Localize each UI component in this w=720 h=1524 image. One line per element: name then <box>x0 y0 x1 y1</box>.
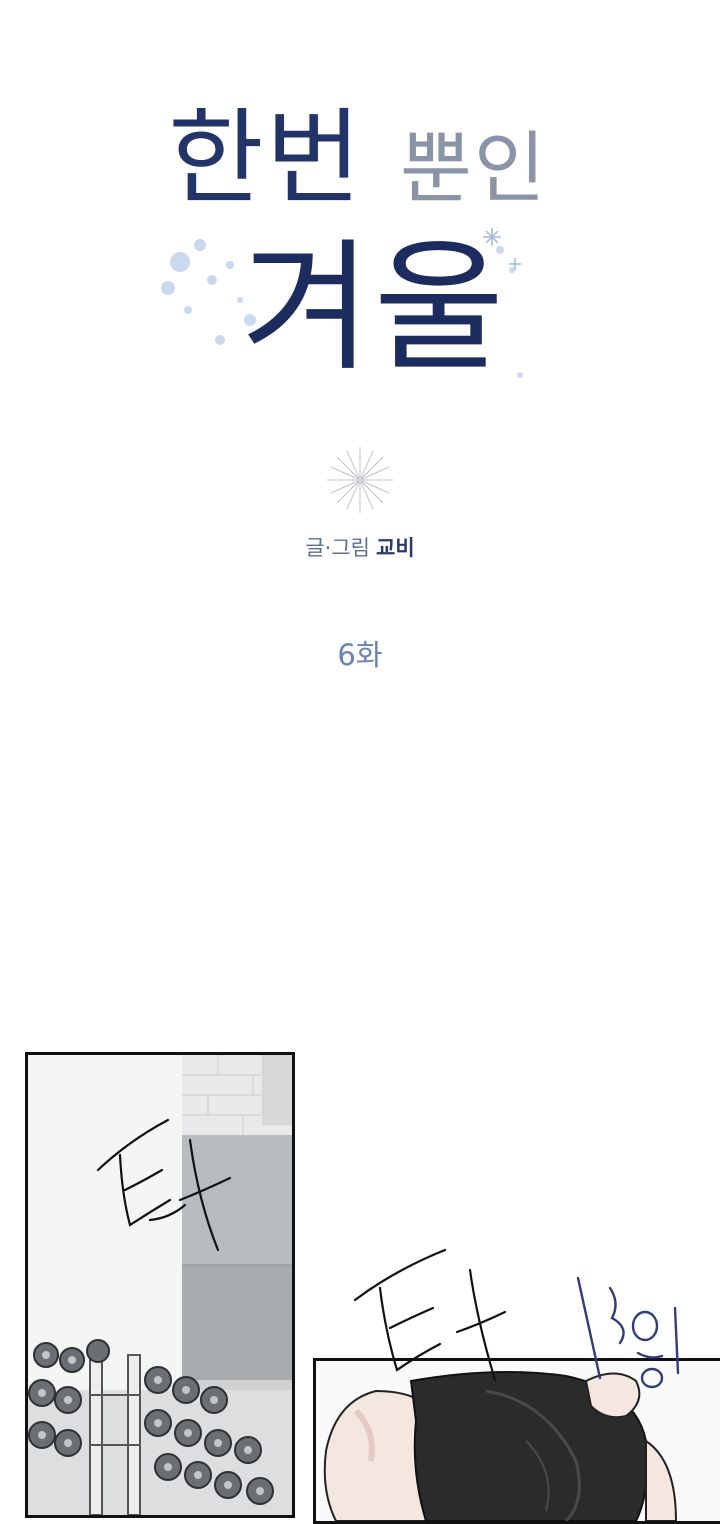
sfx-tak-left-text: 탁 <box>90 1100 91 1101</box>
title-word-hanbeon: 한번 <box>168 97 364 219</box>
title-word-ppunin: 뿐인 <box>400 124 548 214</box>
credit-author: 교비 <box>376 536 415 560</box>
credit-role: 글·그림 <box>305 536 370 560</box>
sfx-buung: 부웅 <box>570 1268 680 1389</box>
sfx-tak-middle: 탁 <box>345 1240 507 1382</box>
author-credit: 글·그림 교비 <box>0 532 720 562</box>
sfx-buung-text: 부웅 <box>570 1268 572 1269</box>
title-line-1: 한번 뿐인 <box>150 100 590 230</box>
title-word-gyeoul: 겨울 <box>241 226 507 391</box>
title-line-2: 겨울 <box>225 228 545 408</box>
sfx-tak-left: 탁 <box>90 1100 232 1252</box>
episode-number: 6화 <box>337 638 383 672</box>
sfx-tak-middle-text: 탁 <box>345 1240 346 1241</box>
sparkle-star-icon <box>327 447 393 513</box>
